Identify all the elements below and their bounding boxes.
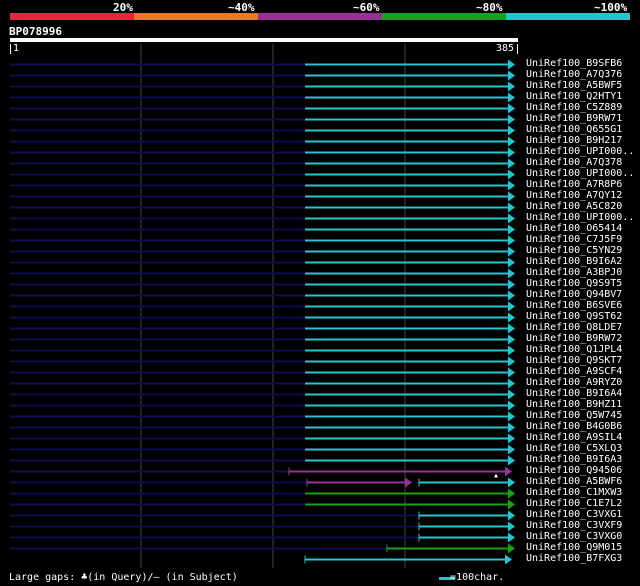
hit-label[interactable]: UniRef100_B9I6A3: [526, 454, 622, 465]
large-gaps-note: Large gaps: ♣(in Query)/— (in Subject): [9, 572, 238, 583]
hit-label[interactable]: UniRef100_A7QY12: [526, 190, 622, 201]
hit-label[interactable]: UniRef100_Q5W745: [526, 410, 622, 421]
hit-arrowhead: [508, 213, 515, 224]
hit-label[interactable]: UniRef100_A9SIL4: [526, 432, 622, 443]
hit-label[interactable]: UniRef100_A9RYZ0: [526, 377, 622, 388]
hit-arrowhead: [508, 180, 515, 191]
hit-arrowhead: [508, 499, 515, 510]
hit-arrowhead: [508, 323, 515, 334]
scale-note: =100char.: [438, 572, 505, 583]
hit-arrowhead: [508, 290, 515, 301]
hit-label[interactable]: UniRef100_C5XLQ3: [526, 443, 622, 454]
hit-label[interactable]: UniRef100_C3VXG1: [526, 509, 622, 520]
hit-arrowhead: [508, 81, 515, 92]
hit-label[interactable]: UniRef100_B6SVE6: [526, 300, 622, 311]
hit-label[interactable]: UniRef100_C5YN29: [526, 245, 622, 256]
hit-arrowhead: [508, 103, 515, 114]
hit-arrowhead: [508, 488, 515, 499]
hit-arrowhead: [508, 191, 515, 202]
hit-label[interactable]: UniRef100_C3VXG0: [526, 531, 622, 542]
hit-arrowhead: [508, 202, 515, 213]
hit-arrowhead: [508, 367, 515, 378]
hit-arrowhead: [508, 400, 515, 411]
hit-label[interactable]: UniRef100_A5BWF5: [526, 80, 622, 91]
hit-arrowhead: [508, 125, 515, 136]
hit-arrowhead: [505, 554, 512, 565]
hit-arrowhead: [508, 246, 515, 257]
hit-label[interactable]: UniRef100_UPI000..: [526, 168, 634, 179]
hit-arrowhead: [505, 466, 512, 477]
hit-label[interactable]: UniRef100_A3BPJ0: [526, 267, 622, 278]
hit-arrowhead: [508, 158, 515, 169]
hit-arrowhead: [508, 301, 515, 312]
hit-label[interactable]: UniRef100_A7R8P6: [526, 179, 622, 190]
hit-arrowhead: [508, 224, 515, 235]
hit-label[interactable]: UniRef100_B9I6A4: [526, 388, 622, 399]
hit-arrowhead: [508, 433, 515, 444]
hit-arrowhead: [508, 147, 515, 158]
hit-label[interactable]: UniRef100_UPI000..: [526, 212, 634, 223]
hit-label[interactable]: UniRef100_B9HZ11: [526, 399, 622, 410]
hit-arrowhead: [508, 334, 515, 345]
hit-label[interactable]: UniRef100_Q2HTY1: [526, 91, 622, 102]
hit-arrowhead: [508, 543, 515, 554]
hit-label[interactable]: UniRef100_C1MXW3: [526, 487, 622, 498]
hit-label[interactable]: UniRef100_Q8LDE7: [526, 322, 622, 333]
hit-label[interactable]: UniRef100_Q9S9T5: [526, 278, 622, 289]
hit-arrowhead: [508, 532, 515, 543]
gap-marker-icon: [494, 473, 498, 478]
hit-arrowhead: [508, 268, 515, 279]
hit-label[interactable]: UniRef100_UPI000..: [526, 146, 634, 157]
hit-arrowhead: [508, 235, 515, 246]
hit-label[interactable]: UniRef100_B9I6A2: [526, 256, 622, 267]
hit-arrowhead: [508, 279, 515, 290]
hit-arrowhead: [508, 477, 515, 488]
hit-label[interactable]: UniRef100_Q655G1: [526, 124, 622, 135]
hit-arrowhead: [508, 389, 515, 400]
hit-arrowhead: [508, 356, 515, 367]
hit-arrowhead: [508, 257, 515, 268]
hit-arrowhead: [405, 477, 412, 488]
hit-arrowhead: [508, 59, 515, 70]
hit-label[interactable]: UniRef100_A5C820: [526, 201, 622, 212]
hit-arrowhead: [508, 92, 515, 103]
hit-arrowhead: [508, 510, 515, 521]
hit-arrowhead: [508, 378, 515, 389]
hit-arrowhead: [508, 444, 515, 455]
hit-arrowhead: [508, 136, 515, 147]
hit-label[interactable]: UniRef100_Q1JPL4: [526, 344, 622, 355]
hit-label[interactable]: UniRef100_Q94506: [526, 465, 622, 476]
hit-arrowhead: [508, 455, 515, 466]
hit-label[interactable]: UniRef100_C3VXF9: [526, 520, 622, 531]
hit-label[interactable]: UniRef100_B7FXG3: [526, 553, 622, 564]
hit-label[interactable]: UniRef100_C1E7L2: [526, 498, 622, 509]
hit-label[interactable]: UniRef100_B9RW71: [526, 113, 622, 124]
hit-label[interactable]: UniRef100_C7J5F9: [526, 234, 622, 245]
hit-label[interactable]: UniRef100_Q9SKT7: [526, 355, 622, 366]
hit-label[interactable]: UniRef100_O65414: [526, 223, 622, 234]
hit-label[interactable]: UniRef100_Q9M015: [526, 542, 622, 553]
hit-arrowhead: [508, 312, 515, 323]
hit-label[interactable]: UniRef100_B9SFB6: [526, 58, 622, 69]
hit-label[interactable]: UniRef100_B9H217: [526, 135, 622, 146]
hit-arrowhead: [508, 422, 515, 433]
hit-label[interactable]: UniRef100_A9SCF4: [526, 366, 622, 377]
hit-label[interactable]: UniRef100_B9RW72: [526, 333, 622, 344]
hit-arrowhead: [508, 114, 515, 125]
hit-label[interactable]: UniRef100_B4G0B6: [526, 421, 622, 432]
hit-label[interactable]: UniRef100_C5Z889: [526, 102, 622, 113]
hit-arrowhead: [508, 345, 515, 356]
hit-label[interactable]: UniRef100_A7Q378: [526, 157, 622, 168]
hit-label[interactable]: UniRef100_Q9ST62: [526, 311, 622, 322]
hit-label[interactable]: UniRef100_Q94BV7: [526, 289, 622, 300]
hit-arrowhead: [508, 411, 515, 422]
hit-arrowhead: [508, 521, 515, 532]
hit-label[interactable]: UniRef100_A7Q376: [526, 69, 622, 80]
hit-label[interactable]: UniRef100_A5BWF6: [526, 476, 622, 487]
hit-arrowhead: [508, 169, 515, 180]
hit-arrowhead: [508, 70, 515, 81]
